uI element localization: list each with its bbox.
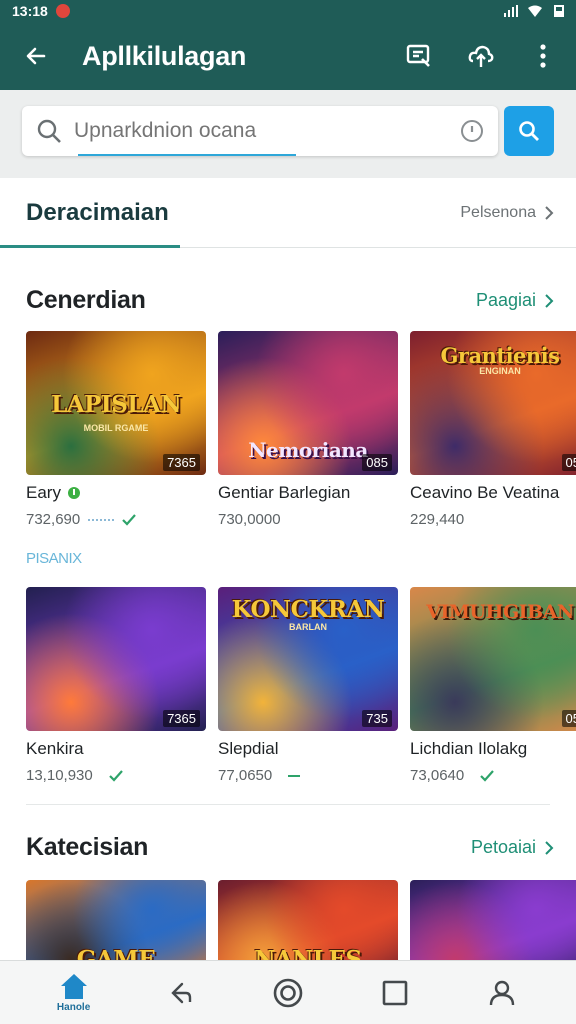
search-button[interactable] (504, 106, 554, 156)
section-title: Katecisian (26, 833, 149, 861)
home-icon (60, 974, 87, 999)
game-thumbnail: LAPISLAN MOBIL RGAME 7365 (26, 331, 206, 475)
subsection-label: PISANIX (26, 550, 82, 567)
chevron-right-icon (545, 205, 554, 220)
upload-button[interactable] (462, 37, 500, 75)
dash-icon (288, 774, 301, 777)
section-link-label: Paagiai (475, 290, 536, 310)
game-card[interactable]: KONCKRAN BARLAN 735 Slepdial 77,0650 (218, 587, 398, 784)
game-title: Lichdian Ilolakg (410, 739, 528, 758)
search-focus-underline (78, 154, 296, 156)
game-card[interactable]: Grantienis ENGINAN 05 Ceavino Be Veatina… (410, 331, 576, 528)
nav-back[interactable] (151, 980, 211, 1006)
search-area (0, 90, 576, 178)
game-title: Gentiar Barlegian (218, 483, 351, 502)
game-title: Slepdial (218, 739, 279, 758)
section-link-label: Petoaiai (470, 837, 536, 857)
installed-icon (67, 487, 80, 499)
game-grid-row-1: LAPISLAN MOBIL RGAME 7365 Eary 732,690 N… (0, 331, 576, 528)
app-bar: Apllkilulagan (0, 22, 576, 90)
verified-check-icon (122, 513, 137, 526)
search-input[interactable] (74, 119, 460, 143)
status-time: 13:18 (12, 3, 48, 19)
game-grid-row-2: 7365 Kenkira 13,10,930 KONCKRAN BARLAN 7… (0, 587, 576, 784)
game-badge: 05 (561, 454, 576, 471)
verified-check-icon (480, 769, 495, 782)
signal-icon (504, 5, 518, 17)
game-badge: 7365 (163, 454, 200, 471)
game-downloads: 730,0000 (218, 511, 281, 528)
screen-edit-icon (406, 44, 430, 67)
tab-indicator (0, 245, 180, 248)
game-card[interactable]: VIMUHGIBAN 05 Lichdian Ilolakg 73,0640 (410, 587, 576, 784)
arrow-left-icon (26, 47, 46, 65)
game-card[interactable]: Nemoriana 085 Gentiar Barlegian 730,0000 (218, 331, 398, 528)
game-title: Ceavino Be Veatina (410, 483, 560, 502)
status-bar: 13:18 (0, 0, 576, 22)
square-recents-icon (382, 980, 408, 1005)
game-title: Eary (26, 483, 61, 502)
circle-home-icon (273, 978, 303, 1007)
battery-icon (554, 5, 564, 17)
bottom-navigation: Hanole (0, 960, 576, 1024)
more-vertical-icon (540, 44, 546, 68)
game-sublogo-text: BARLAN (289, 621, 327, 632)
game-card[interactable]: LAPISLAN MOBIL RGAME 7365 Eary 732,690 (26, 331, 206, 528)
game-thumbnail: KONCKRAN BARLAN 735 (218, 587, 398, 731)
game-downloads: 229,440 (410, 511, 465, 528)
game-badge: 7365 (163, 710, 200, 727)
tab-more-label: Pelsenona (460, 203, 536, 221)
nav-home-label: Hanole (56, 1002, 91, 1013)
verified-check-icon (108, 769, 123, 782)
game-thumbnail: Grantienis ENGINAN 05 (410, 331, 576, 475)
nav-home[interactable]: Hanole (44, 972, 104, 1013)
dash-line-icon (88, 518, 115, 521)
game-logo-text: Grantienis (440, 342, 560, 368)
nav-home-circle[interactable] (258, 977, 318, 1009)
game-badge: 05 (561, 710, 576, 727)
more-options-button[interactable] (524, 37, 562, 75)
game-downloads: 73,0640 (410, 767, 465, 784)
tab-more-link[interactable]: Pelsenona (460, 204, 554, 222)
game-downloads: 732,690 (26, 511, 81, 528)
section-divider (26, 804, 550, 805)
section-see-all-link[interactable]: Petoaiai (471, 837, 554, 858)
back-button[interactable] (22, 42, 50, 70)
nav-recents[interactable] (365, 979, 425, 1007)
game-sublogo-text: MOBIL RGAME (83, 423, 149, 434)
game-logo-text: KONCKRAN (231, 595, 385, 623)
game-title: Kenkira (26, 739, 84, 758)
search-icon (37, 119, 61, 143)
nav-profile[interactable] (472, 979, 532, 1007)
tab-bar: Deracimaian Pelsenona (0, 178, 576, 248)
game-logo-text: VIMUHGIBAN (426, 601, 574, 624)
section-title: Cenerdian (26, 286, 146, 314)
search-icon (519, 121, 539, 141)
game-thumbnail: VIMUHGIBAN 05 (410, 587, 576, 731)
game-badge: 735 (362, 710, 392, 727)
tab-active[interactable]: Deracimaian (26, 199, 169, 227)
chevron-right-icon (545, 840, 554, 855)
section-header: Cenerdian Paagiai (0, 286, 576, 315)
screenshot-button[interactable] (400, 37, 438, 75)
game-downloads: 77,0650 (218, 767, 273, 784)
cloud-upload-icon (468, 45, 494, 67)
game-thumbnail: Nemoriana 085 (218, 331, 398, 475)
game-badge: 085 (362, 454, 392, 471)
wifi-icon (528, 5, 542, 17)
chevron-right-icon (545, 293, 554, 308)
person-icon (490, 980, 515, 1005)
game-logo-text: LAPISLAN (51, 391, 181, 419)
section-header: Katecisian Petoaiai (0, 833, 576, 862)
game-sublogo-text: ENGINAN (479, 365, 521, 376)
info-icon[interactable] (460, 119, 484, 143)
game-thumbnail: 7365 (26, 587, 206, 731)
notification-dot-icon (55, 4, 70, 18)
search-box (22, 106, 498, 156)
page-title: Apllkilulagan (82, 40, 247, 71)
game-downloads: 13,10,930 (26, 767, 93, 784)
back-arrow-icon (171, 982, 191, 1003)
game-card[interactable]: 7365 Kenkira 13,10,930 (26, 587, 206, 784)
section-see-all-link[interactable]: Paagiai (476, 290, 554, 311)
